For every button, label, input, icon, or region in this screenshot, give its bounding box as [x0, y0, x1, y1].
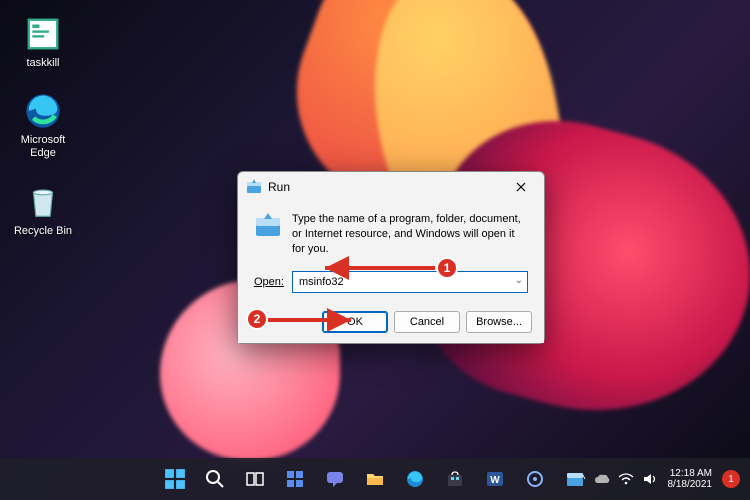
onedrive-icon[interactable]: [594, 473, 610, 485]
open-label: Open:: [254, 276, 284, 288]
recycle-bin-icon: [24, 183, 62, 221]
taskbar-taskview[interactable]: [237, 461, 273, 497]
run-window-icon: [246, 179, 262, 195]
taskbar-search[interactable]: [197, 461, 233, 497]
run-description: Type the name of a program, folder, docu…: [292, 212, 528, 257]
ok-button[interactable]: OK: [322, 311, 388, 333]
open-combobox[interactable]: ⌄: [292, 271, 528, 293]
taskbar-widgets[interactable]: [277, 461, 313, 497]
run-titlebar[interactable]: Run: [238, 172, 544, 202]
desktop-icons: taskkill Microsoft Edge Recycle Bin: [8, 15, 78, 238]
desktop-icon-taskkill[interactable]: taskkill: [8, 15, 78, 70]
taskbar-word[interactable]: W: [477, 461, 513, 497]
close-button[interactable]: [506, 172, 536, 202]
notification-badge[interactable]: 1: [722, 470, 740, 488]
taskbar-chat[interactable]: [317, 461, 353, 497]
wifi-icon[interactable]: [618, 473, 634, 485]
run-button-row: OK Cancel Browse...: [238, 305, 544, 343]
svg-text:W: W: [490, 475, 500, 486]
run-body: Type the name of a program, folder, docu…: [238, 202, 544, 265]
clock-time: 12:18 AM: [668, 468, 713, 480]
taskbar-explorer[interactable]: [357, 461, 393, 497]
cancel-button[interactable]: Cancel: [394, 311, 460, 333]
desktop-icon-recycle-bin[interactable]: Recycle Bin: [8, 183, 78, 238]
run-title: Run: [268, 180, 506, 194]
volume-icon[interactable]: [642, 473, 658, 485]
taskbar-settings[interactable]: [517, 461, 553, 497]
desktop-icon-label: Recycle Bin: [14, 225, 72, 238]
desktop-icon-label: Microsoft Edge: [21, 134, 66, 160]
taskbar: W ^ 12:18 AM 8/18/2021 1: [0, 458, 750, 500]
run-open-row: Open: ⌄: [238, 265, 544, 303]
taskbar-store[interactable]: [437, 461, 473, 497]
edge-icon: [24, 92, 62, 130]
run-dialog: Run Type the name of a program, folder, …: [237, 171, 545, 344]
open-input[interactable]: [292, 271, 528, 293]
taskbar-run[interactable]: [557, 461, 593, 497]
taskbar-right: ^ 12:18 AM 8/18/2021 1: [580, 468, 750, 491]
batch-file-icon: [24, 15, 62, 53]
taskbar-center: W: [157, 461, 593, 497]
clock-date: 8/18/2021: [668, 479, 713, 491]
start-button[interactable]: [157, 461, 193, 497]
taskbar-clock[interactable]: 12:18 AM 8/18/2021: [668, 468, 713, 491]
browse-button[interactable]: Browse...: [466, 311, 532, 333]
desktop-icon-edge[interactable]: Microsoft Edge: [8, 92, 78, 160]
taskbar-edge[interactable]: [397, 461, 433, 497]
run-folder-icon: [254, 212, 282, 240]
desktop-icon-label: taskkill: [26, 57, 59, 70]
